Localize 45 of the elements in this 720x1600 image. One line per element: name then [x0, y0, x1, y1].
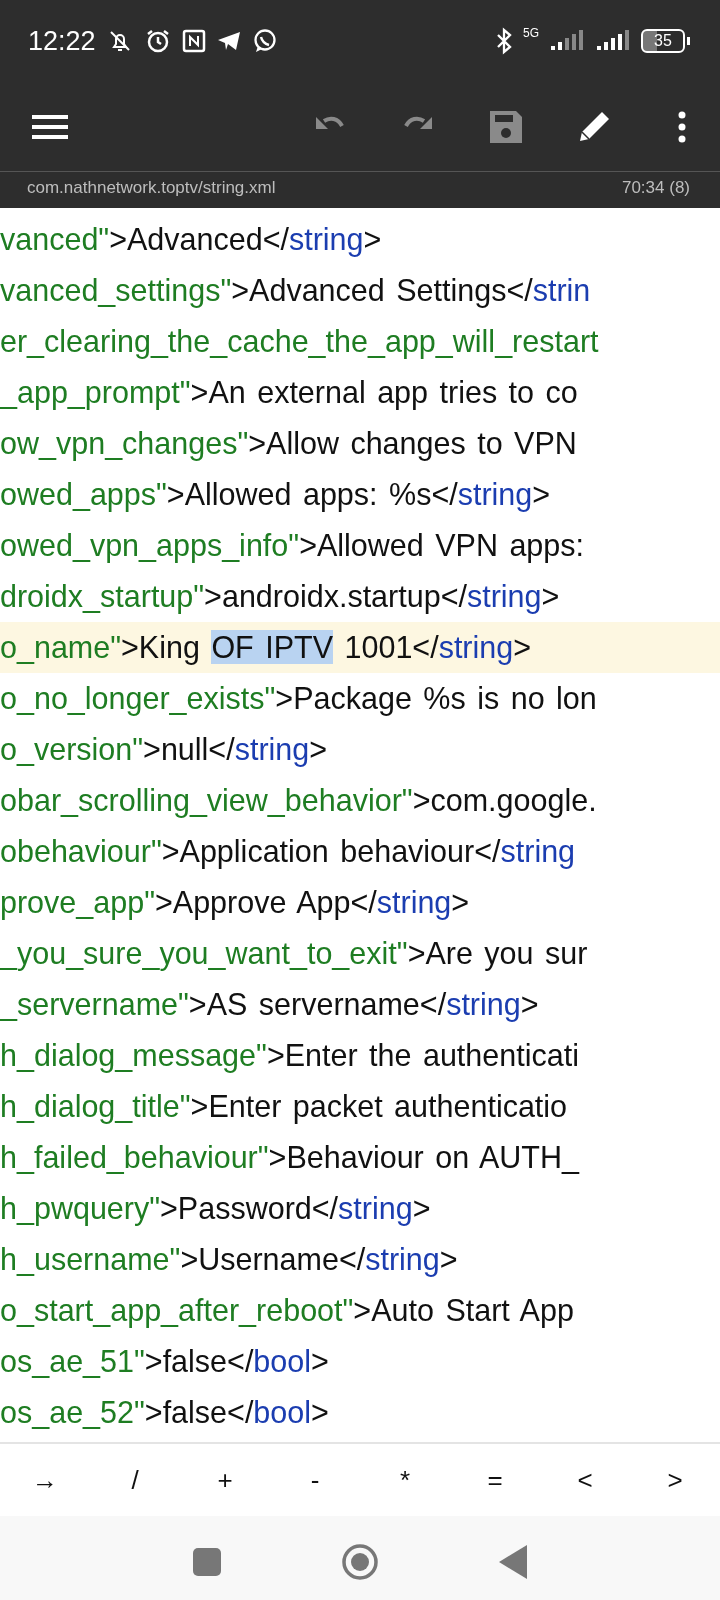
clock-time: 12:22	[28, 25, 96, 57]
code-line: owed_vpn_apps_info">Allowed VPN apps:	[0, 527, 585, 565]
chat-bubble-icon	[251, 28, 278, 54]
menu-icon[interactable]	[32, 112, 68, 141]
symbol-key[interactable]: +	[180, 1450, 270, 1510]
code-line: _servername">AS servername</string>	[0, 986, 539, 1024]
code-line: obehaviour">Application behaviour</string	[0, 833, 576, 871]
code-line: o_no_longer_exists">Package %s is no lon	[0, 680, 597, 718]
code-line: droidx_startup">androidx.startup</string>	[0, 578, 560, 616]
symbol-key[interactable]: >	[630, 1450, 720, 1510]
symbol-key[interactable]: =	[450, 1450, 540, 1510]
back-triangle-icon[interactable]	[499, 1545, 527, 1579]
code-line: o_version">null</string>	[0, 731, 328, 769]
code-line: obar_scrolling_view_behavior">com.google.	[0, 782, 597, 820]
code-line: h_dialog_message">Enter the authenticati	[0, 1037, 579, 1075]
code-line: os_ae_51">false</bool>	[0, 1343, 329, 1380]
code-line: vanced">Advanced</string>	[0, 221, 382, 259]
code-line: h_dialog_title">Enter packet authenticatio	[0, 1088, 568, 1126]
symbol-key[interactable]: *	[360, 1450, 450, 1510]
signal-icon	[595, 30, 631, 52]
symbol-key[interactable]: /	[90, 1450, 180, 1510]
code-line: h_username">Username</string>	[0, 1241, 458, 1279]
signal-icon	[549, 30, 585, 52]
file-path: com.nathnetwork.toptv/string.xml	[27, 178, 276, 198]
code-line: vanced_settings">Advanced Settings</strin	[0, 272, 591, 310]
code-line: _app_prompt">An external app tries to co	[0, 374, 578, 412]
code-line: h_failed_behaviour">Behaviour on AUTH_	[0, 1139, 579, 1176]
cursor-position: 70:34 (8)	[621, 178, 690, 198]
code-line: os_ae_52">false</bool>	[0, 1394, 329, 1431]
code-line: ow_vpn_changes">Allow changes to VPN	[0, 425, 577, 463]
square-icon[interactable]	[193, 1548, 221, 1576]
symbol-key[interactable]: -	[270, 1450, 360, 1510]
code-line: owed_apps">Allowed apps: %s</string>	[0, 476, 551, 514]
code-line: _you_sure_you_want_to_exit">Are you sur	[0, 935, 588, 973]
nfc-icon	[181, 29, 206, 53]
symbol-key[interactable]: →	[0, 1450, 90, 1510]
battery-level: 35	[641, 29, 685, 53]
code-line: er_clearing_the_cache_the_app_will_restart	[0, 323, 599, 361]
network-type: 5G	[523, 26, 539, 40]
code-line: prove_app">Approve App</string>	[0, 884, 470, 922]
code-line: o_start_app_after_reboot">Auto Start App	[0, 1292, 574, 1330]
code-line: h_pwquery">Password</string>	[0, 1190, 431, 1228]
bluetooth-icon	[495, 27, 513, 55]
home-circle-icon[interactable]	[341, 1543, 379, 1581]
symbol-key[interactable]: <	[540, 1450, 630, 1510]
